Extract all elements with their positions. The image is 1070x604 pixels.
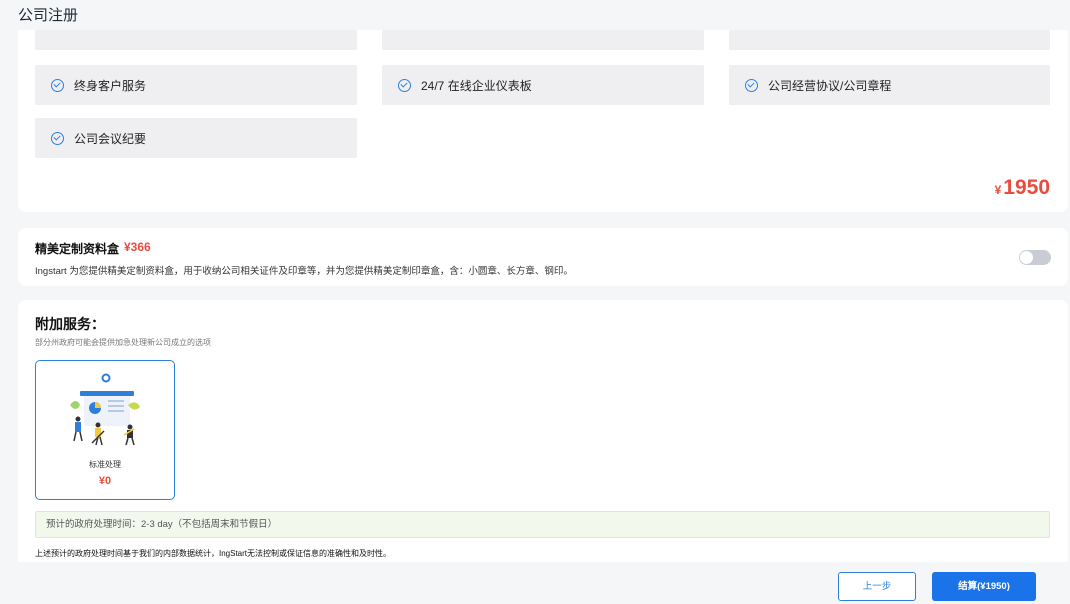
section-subtitle: 部分州政府可能会提供加急处理新公司成立的选项 <box>35 338 211 347</box>
page-title: 公司注册 <box>18 7 79 24</box>
feature-item: 24/7 在线企业仪表板 <box>382 65 704 105</box>
price-amount: 1950 <box>1003 176 1050 199</box>
disclaimer-text: 上述预计的政府处理时间基于我们的内部数据统计，IngStart无法控制或保证信息… <box>35 549 392 558</box>
presentation-illustration-icon <box>70 373 140 446</box>
feature-label: 公司会议纪要 <box>74 131 147 146</box>
currency-symbol: ¥ <box>994 183 1002 197</box>
feature-item: 公司经营协议/公司章程 <box>729 65 1050 105</box>
feature-item: 公司会议纪要 <box>35 118 357 158</box>
box-price: ¥366 <box>124 240 151 254</box>
features-card: 终身客户服务 24/7 在线企业仪表板 公司经营协议/公司章程 公司会议纪要 ¥… <box>18 30 1068 212</box>
check-circle-icon <box>398 78 411 92</box>
checkout-button[interactable]: 结算(¥1950) <box>932 572 1036 601</box>
box-title: 精美定制资料盒 <box>35 242 120 256</box>
additional-services-card: 附加服务： 部分州政府可能会提供加急处理新公司成立的选项 标准处理 ¥0 预计的… <box>18 300 1068 562</box>
processing-option-standard[interactable]: 标准处理 ¥0 <box>35 360 175 500</box>
check-circle-icon <box>51 78 64 92</box>
feature-item-partial <box>729 30 1050 50</box>
feature-label: 公司经营协议/公司章程 <box>768 78 892 93</box>
box-toggle[interactable] <box>1019 250 1051 265</box>
feature-label: 终身客户服务 <box>74 78 147 93</box>
custom-box-card: 精美定制资料盒 ¥366 Ingstart 为您提供精美定制资料盒，用于收纳公司… <box>18 228 1068 286</box>
check-circle-icon <box>51 131 64 145</box>
feature-item-partial <box>382 30 704 50</box>
processing-time-notice: 预计的政府处理时间：2-3 day（不包括周末和节假日） <box>35 511 1050 538</box>
check-circle-icon <box>745 78 758 92</box>
page-header: 公司注册 <box>0 0 1070 30</box>
previous-step-button[interactable]: 上一步 <box>838 572 916 601</box>
feature-label: 24/7 在线企业仪表板 <box>421 78 532 93</box>
toggle-knob <box>1020 251 1033 264</box>
package-price: ¥1950 <box>995 176 1050 200</box>
section-heading: 附加服务： <box>35 316 105 332</box>
option-price: ¥0 <box>98 475 112 487</box>
feature-item-partial <box>35 30 357 50</box>
footer-bar: 上一步 结算(¥1950) <box>0 562 1070 604</box>
option-name: 标准处理 <box>89 460 121 469</box>
feature-item: 终身客户服务 <box>35 65 357 105</box>
box-description: Ingstart 为您提供精美定制资料盒，用于收纳公司相关证件及印章等，并为您提… <box>35 266 573 277</box>
